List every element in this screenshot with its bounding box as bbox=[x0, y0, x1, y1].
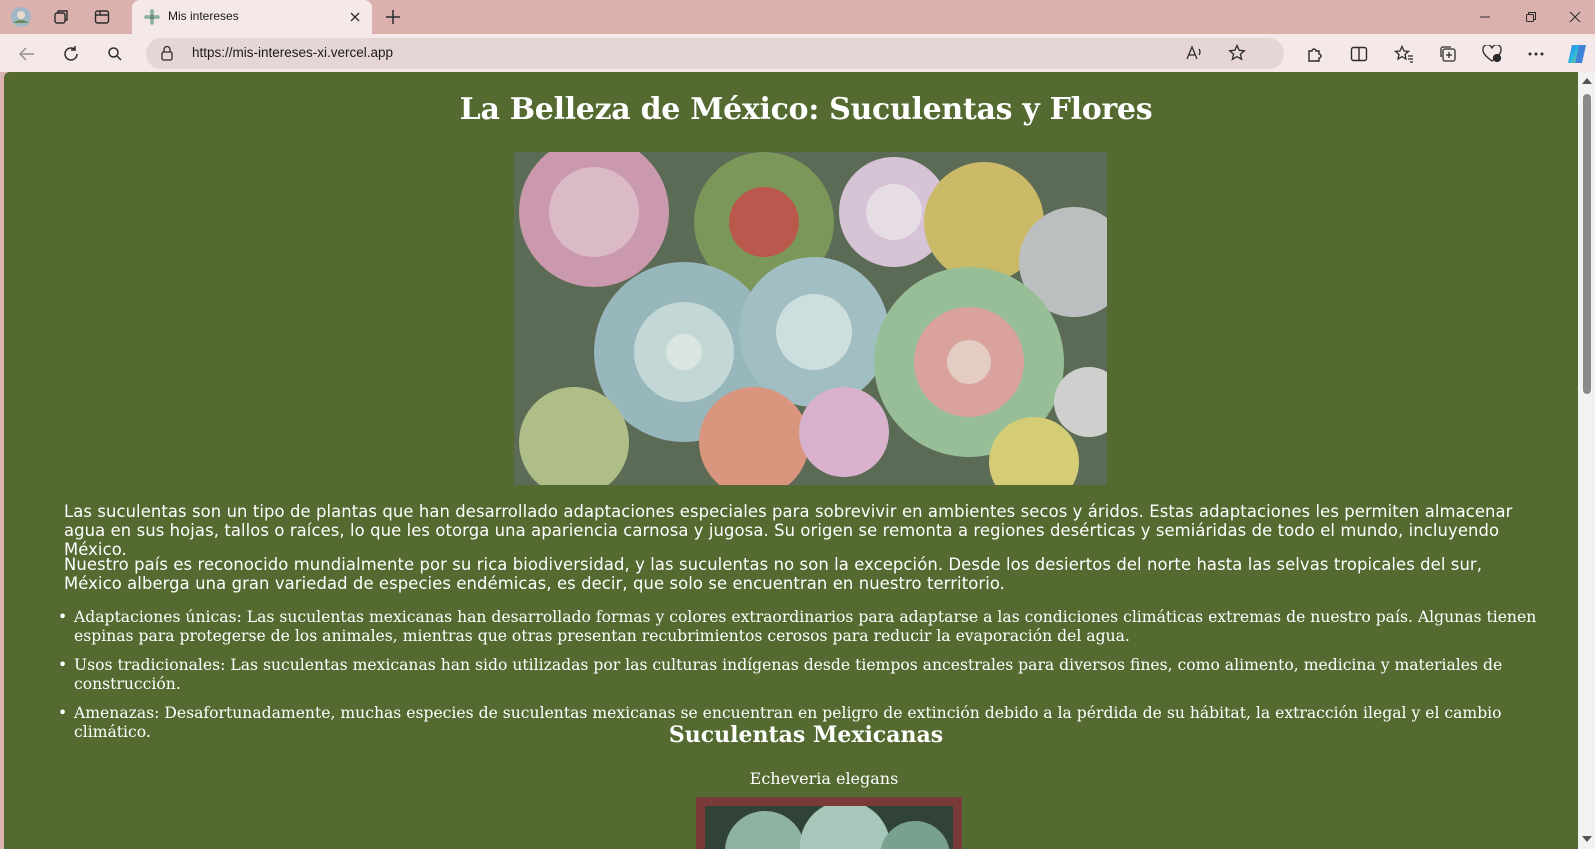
favorite-star-icon[interactable] bbox=[1228, 43, 1246, 66]
active-tab[interactable]: Mis intereses bbox=[132, 0, 372, 34]
page-title: La Belleza de México: Suculentas y Flore… bbox=[459, 92, 1153, 127]
tab-title: Mis intereses bbox=[168, 9, 239, 23]
web-page: La Belleza de México: Suculentas y Flore… bbox=[4, 72, 1578, 849]
scrollbar-thumb[interactable] bbox=[1583, 94, 1591, 394]
minimize-icon[interactable] bbox=[1462, 0, 1508, 34]
profile-icon[interactable] bbox=[9, 5, 33, 29]
workspaces-icon[interactable] bbox=[49, 5, 73, 29]
read-aloud-icon[interactable] bbox=[1186, 45, 1204, 65]
intro-paragraph: Las suculentas son un tipo de plantas qu… bbox=[64, 502, 1513, 559]
refresh-icon[interactable] bbox=[58, 41, 84, 67]
list-item: Usos tradicionales: Las suculentas mexic… bbox=[58, 656, 1544, 694]
scroll-down-icon[interactable] bbox=[1582, 836, 1592, 842]
section-title: Suculentas Mexicanas bbox=[668, 722, 944, 748]
close-tab-icon[interactable] bbox=[346, 8, 364, 26]
extensions-icon[interactable] bbox=[1302, 41, 1328, 67]
vertical-scrollbar[interactable] bbox=[1578, 72, 1595, 849]
echeveria-image bbox=[705, 806, 953, 849]
echeveria-card bbox=[696, 797, 962, 849]
new-tab-icon[interactable] bbox=[381, 5, 405, 29]
tab-actions-icon[interactable] bbox=[90, 5, 114, 29]
list-item: Adaptaciones únicas: Las suculentas mexi… bbox=[58, 608, 1544, 646]
succulents-hero-image bbox=[514, 152, 1107, 485]
search-icon[interactable] bbox=[102, 41, 128, 67]
address-bar[interactable]: https://mis-intereses-xi.vercel.app bbox=[146, 38, 1284, 69]
lock-icon[interactable] bbox=[160, 45, 174, 65]
back-icon[interactable] bbox=[14, 41, 40, 67]
browser-essentials-icon[interactable] bbox=[1479, 41, 1505, 67]
copilot-icon[interactable] bbox=[1564, 41, 1590, 67]
close-window-icon[interactable] bbox=[1552, 0, 1595, 34]
scroll-up-icon[interactable] bbox=[1582, 78, 1592, 84]
tab-strip: Mis intereses bbox=[0, 0, 1595, 34]
biodiversity-paragraph: Nuestro país es reconocido mundialmente … bbox=[64, 555, 1483, 593]
split-screen-icon[interactable] bbox=[1346, 41, 1372, 67]
collections-icon[interactable] bbox=[1435, 41, 1461, 67]
more-options-icon[interactable] bbox=[1523, 41, 1549, 67]
url-text[interactable]: https://mis-intereses-xi.vercel.app bbox=[192, 45, 393, 60]
site-favicon bbox=[144, 9, 160, 25]
restore-icon[interactable] bbox=[1508, 0, 1554, 34]
card-caption: Echeveria elegans bbox=[749, 769, 899, 788]
navigation-toolbar: https://mis-intereses-xi.vercel.app bbox=[0, 34, 1595, 72]
favorites-icon[interactable] bbox=[1391, 41, 1417, 67]
